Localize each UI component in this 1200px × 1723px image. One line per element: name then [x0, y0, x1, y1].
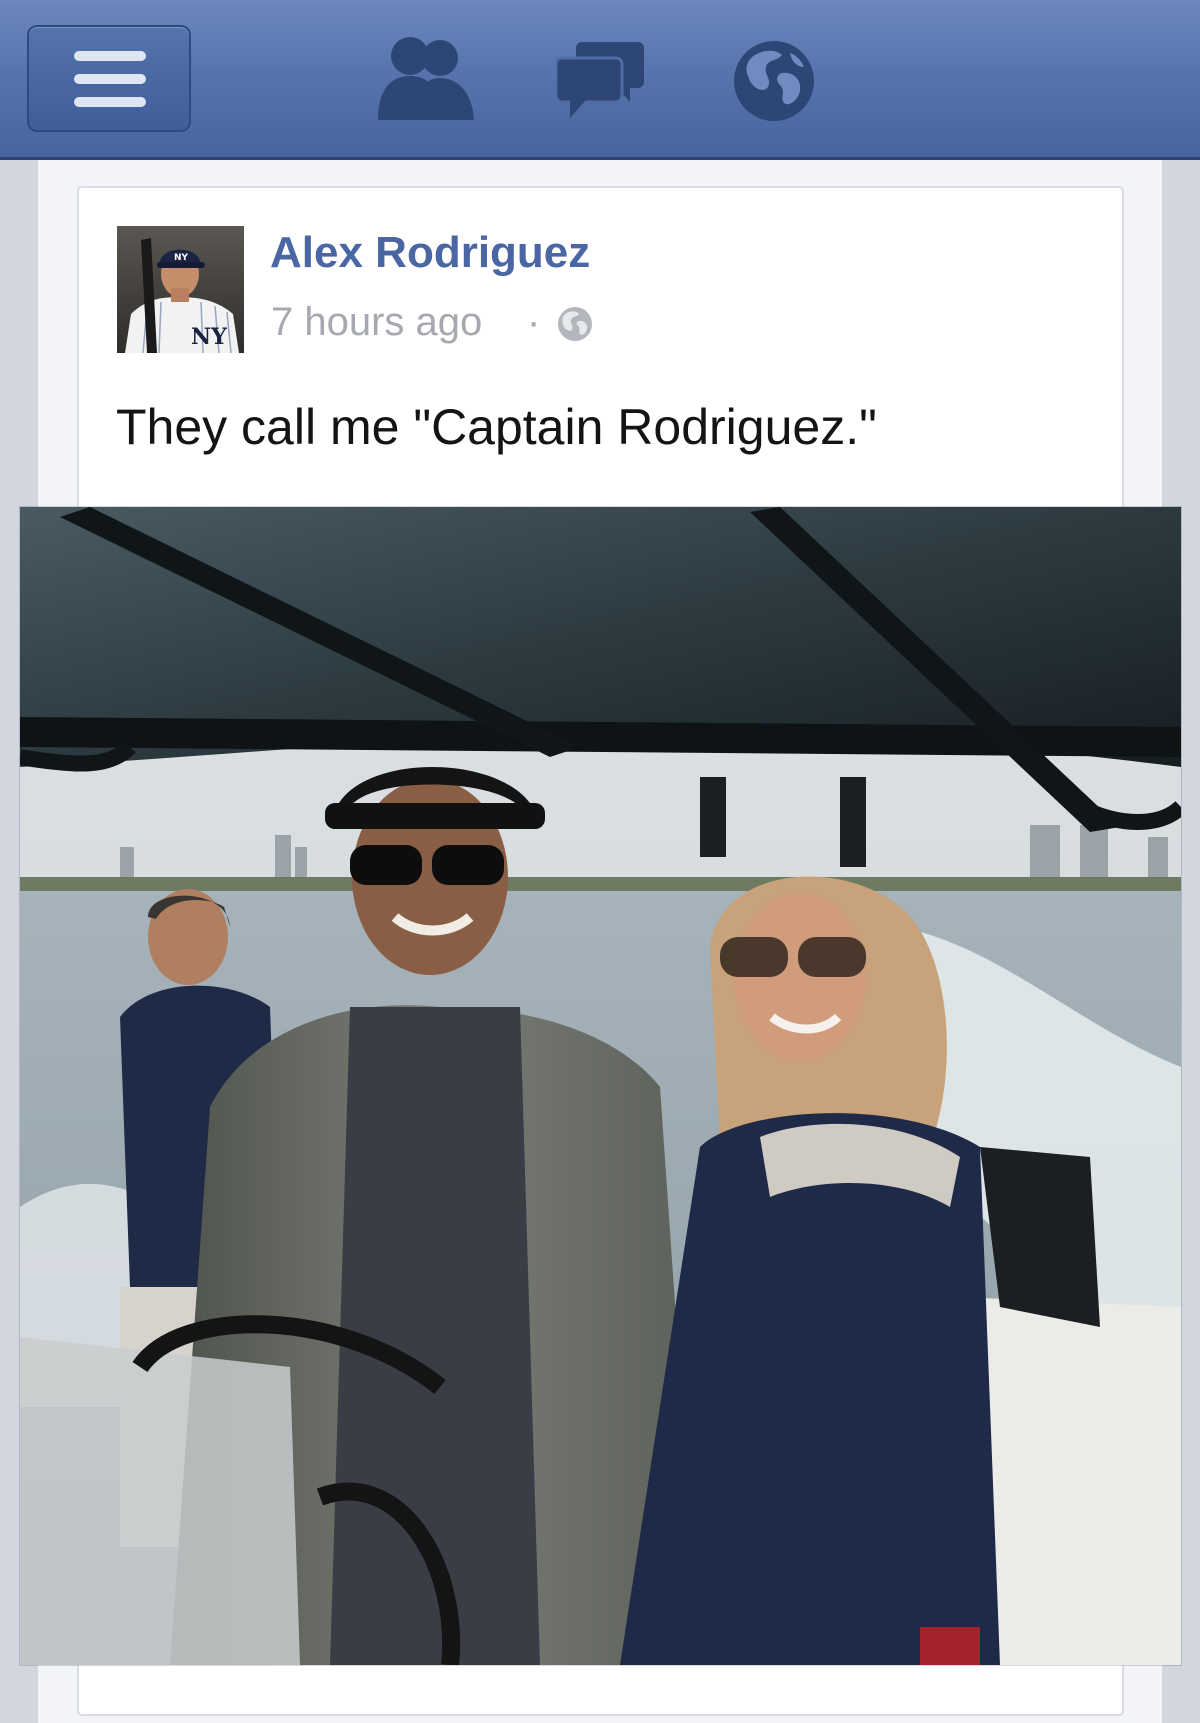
friends-icon[interactable] [376, 34, 478, 120]
menu-button[interactable] [27, 25, 191, 132]
post-photo[interactable] [20, 507, 1181, 1665]
post-text: They call me "Captain Rodriguez." [116, 399, 877, 455]
messages-icon[interactable] [556, 42, 646, 122]
top-navigation-bar [0, 0, 1200, 160]
author-avatar[interactable]: NY NY [117, 226, 244, 353]
public-globe-icon [558, 307, 592, 341]
svg-text:NY: NY [191, 324, 227, 350]
meta-separator: · [527, 300, 541, 344]
author-name[interactable]: Alex Rodriguez [270, 231, 590, 275]
notifications-globe-icon[interactable] [732, 39, 816, 123]
svg-text:NY: NY [174, 253, 189, 263]
post-timestamp[interactable]: 7 hours ago [271, 302, 482, 342]
